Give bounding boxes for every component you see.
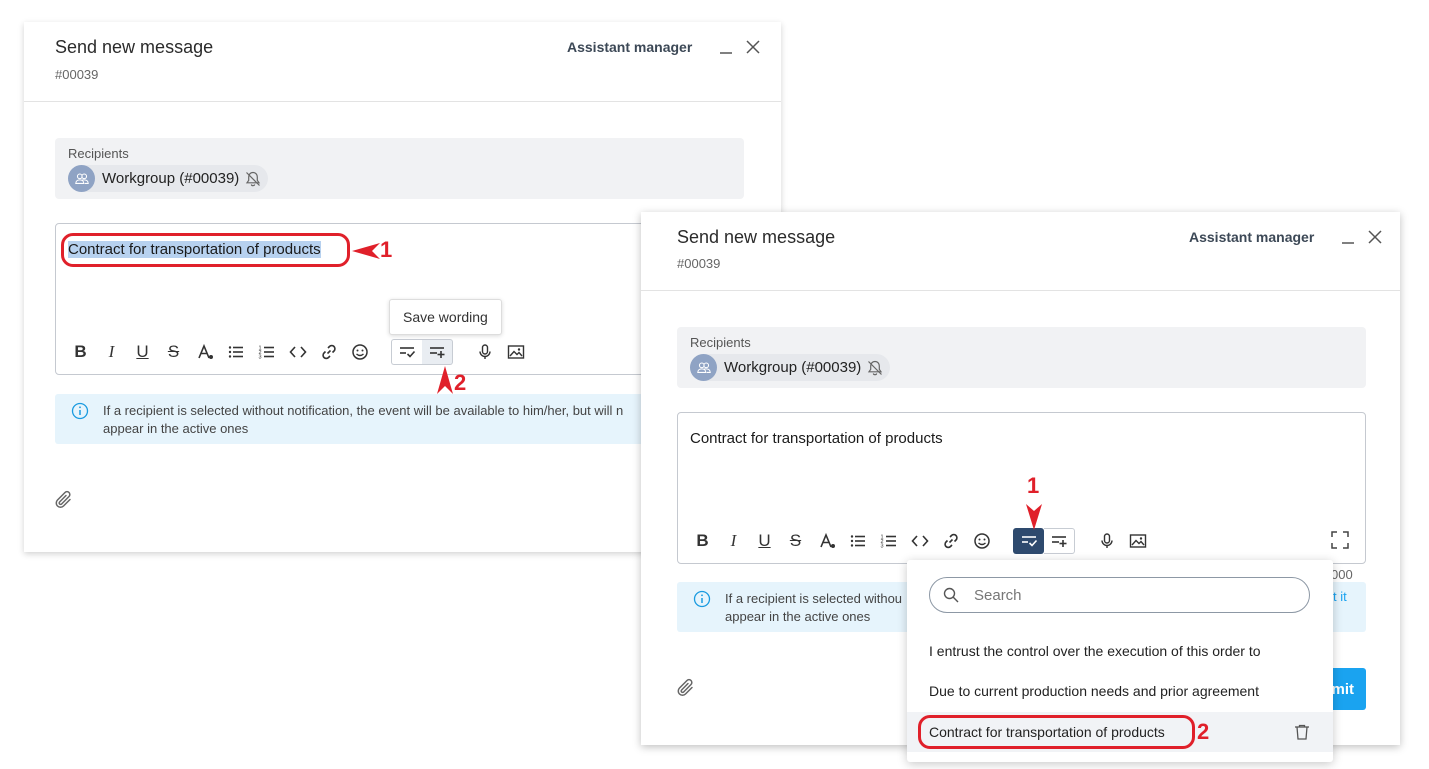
- marker-number-1: 1: [1027, 473, 1040, 498]
- attachment-icon[interactable]: [53, 489, 75, 511]
- emoji-icon[interactable]: [966, 528, 997, 554]
- italic-button[interactable]: I: [718, 528, 749, 554]
- panel-title: Send new message: [677, 227, 836, 247]
- highlight-oval-2: [918, 715, 1195, 749]
- wording-item[interactable]: Due to current production needs and prio…: [907, 671, 1333, 711]
- microphone-icon[interactable]: [469, 339, 500, 365]
- panel-title: Send new message: [55, 37, 214, 57]
- recipient-chip-label: Workgroup (#00039): [724, 359, 862, 376]
- recipients-box[interactable]: Recipients Workgroup (#00039): [677, 327, 1366, 388]
- text-color-icon[interactable]: [811, 528, 842, 554]
- char-counter: 000: [1331, 567, 1353, 582]
- marker-number-2: 2: [454, 370, 467, 395]
- recipients-label: Recipients: [68, 146, 129, 161]
- fullscreen-icon[interactable]: [1330, 530, 1350, 550]
- message-id: #00039: [55, 67, 99, 82]
- info-icon: [693, 590, 711, 608]
- bullet-list-icon[interactable]: [220, 339, 251, 365]
- recipient-chip[interactable]: Workgroup (#00039): [68, 165, 269, 192]
- trash-icon[interactable]: [1293, 723, 1311, 741]
- message-id: #00039: [677, 256, 721, 271]
- code-icon[interactable]: [904, 528, 935, 554]
- marker-number-1: 1: [380, 237, 393, 262]
- link-icon[interactable]: [313, 339, 344, 365]
- bell-off-icon[interactable]: [866, 359, 884, 377]
- role-label: Assistant manager: [567, 39, 693, 55]
- svg-text:3: 3: [880, 544, 883, 550]
- image-icon[interactable]: [1122, 528, 1153, 554]
- message-editor[interactable]: Contract for transportation of products …: [677, 412, 1366, 564]
- underline-button[interactable]: U: [127, 339, 158, 365]
- bell-off-icon[interactable]: [244, 170, 262, 188]
- microphone-icon[interactable]: [1091, 528, 1122, 554]
- info-text-tail: t it: [1333, 589, 1347, 604]
- editor-toolbar: B I U S 123: [65, 339, 531, 365]
- saved-wordings-icon[interactable]: [391, 339, 422, 365]
- group-avatar-icon: [68, 165, 95, 192]
- text-color-icon[interactable]: [189, 339, 220, 365]
- recipients-label: Recipients: [690, 335, 751, 350]
- marker-number-2: 2: [1197, 719, 1210, 744]
- save-wording-icon[interactable]: [422, 339, 453, 365]
- save-wording-tooltip: Save wording: [389, 299, 502, 335]
- emoji-icon[interactable]: [344, 339, 375, 365]
- minimize-icon[interactable]: [1340, 228, 1358, 246]
- header-divider: [641, 290, 1400, 291]
- link-icon[interactable]: [935, 528, 966, 554]
- role-label: Assistant manager: [1189, 229, 1315, 245]
- marker-arrow-up-icon: [437, 366, 453, 394]
- highlight-oval-1: [61, 233, 350, 267]
- editor-text[interactable]: Contract for transportation of products: [690, 430, 943, 447]
- search-input[interactable]: [972, 584, 1292, 606]
- bold-button[interactable]: B: [65, 339, 96, 365]
- search-icon: [943, 587, 959, 603]
- italic-button[interactable]: I: [96, 339, 127, 365]
- close-icon[interactable]: [744, 38, 762, 56]
- info-text: If a recipient is selected withou appear …: [725, 591, 903, 624]
- wording-item[interactable]: I entrust the control over the execution…: [907, 631, 1333, 671]
- info-icon: [71, 402, 89, 420]
- editor-toolbar: B I U S 123: [687, 528, 1153, 554]
- svg-text:3: 3: [258, 355, 261, 361]
- marker-arrow-down-icon: [1026, 504, 1042, 530]
- minimize-icon[interactable]: [718, 38, 736, 56]
- underline-button[interactable]: U: [749, 528, 780, 554]
- recipient-chip[interactable]: Workgroup (#00039): [690, 354, 891, 381]
- recipients-box[interactable]: Recipients Workgroup (#00039): [55, 138, 744, 199]
- recipient-chip-label: Workgroup (#00039): [102, 170, 240, 187]
- group-avatar-icon: [690, 354, 717, 381]
- code-icon[interactable]: [282, 339, 313, 365]
- attachment-icon[interactable]: [675, 677, 697, 699]
- close-icon[interactable]: [1366, 228, 1384, 246]
- save-wording-icon[interactable]: [1044, 528, 1075, 554]
- wording-search[interactable]: [929, 577, 1310, 613]
- info-text: If a recipient is selected without notif…: [103, 403, 624, 436]
- strikethrough-button[interactable]: S: [780, 528, 811, 554]
- header-divider: [24, 101, 781, 102]
- numbered-list-icon[interactable]: 123: [251, 339, 282, 365]
- numbered-list-icon[interactable]: 123: [873, 528, 904, 554]
- image-icon[interactable]: [500, 339, 531, 365]
- bullet-list-icon[interactable]: [842, 528, 873, 554]
- strikethrough-button[interactable]: S: [158, 339, 189, 365]
- bold-button[interactable]: B: [687, 528, 718, 554]
